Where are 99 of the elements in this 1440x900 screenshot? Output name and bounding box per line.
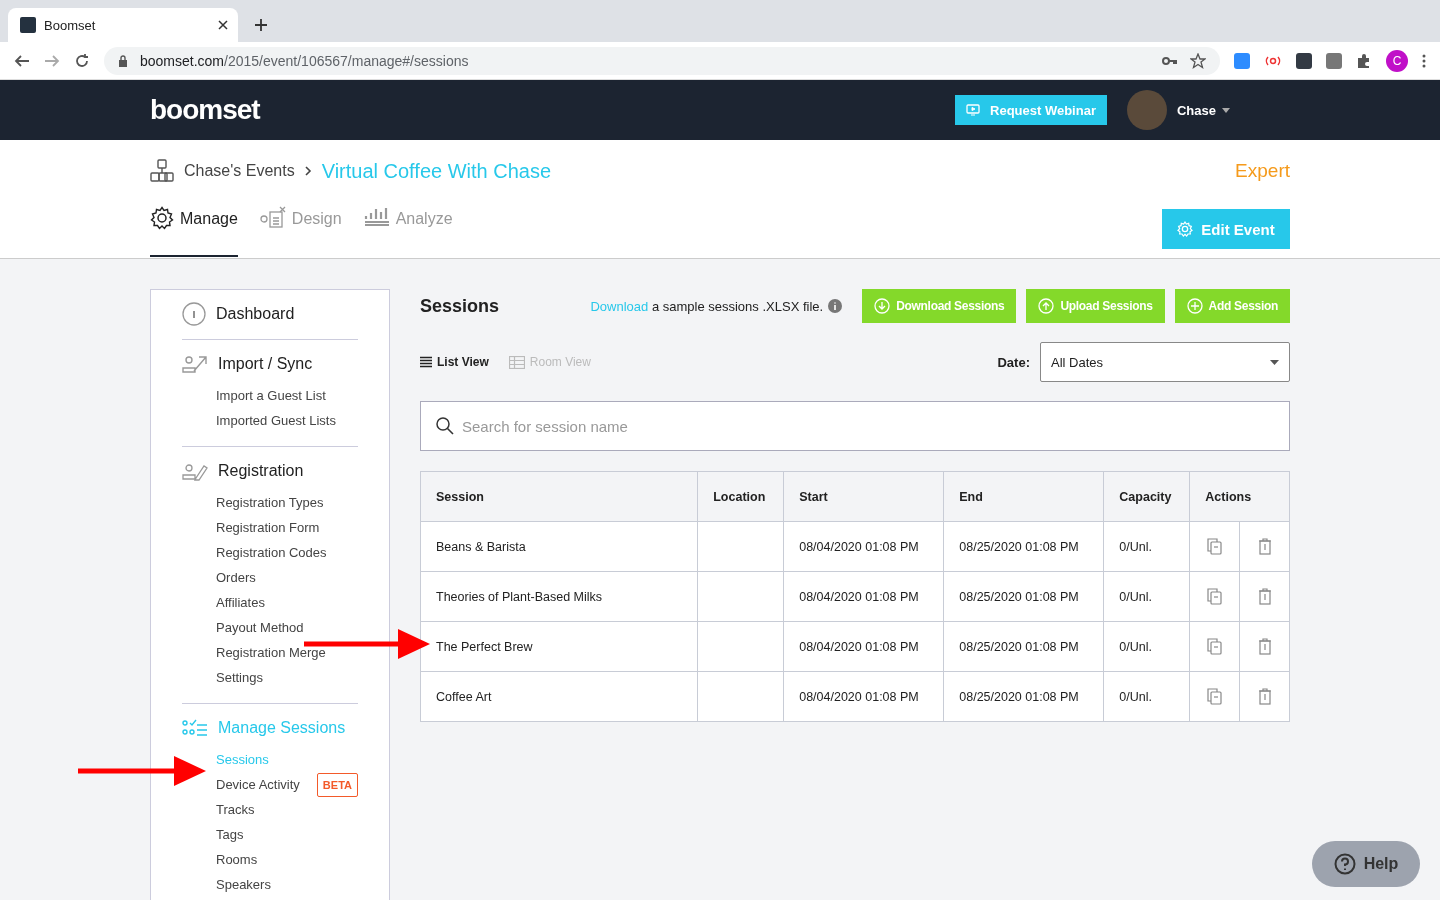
sidebar-link[interactable]: Tags bbox=[216, 827, 244, 842]
table-cell: 0/Unl. bbox=[1103, 571, 1190, 622]
table-cell: Beans & Barista bbox=[420, 521, 698, 572]
upload-icon bbox=[1038, 298, 1055, 314]
trash-icon[interactable] bbox=[1257, 538, 1272, 555]
sidebar-link[interactable]: Affiliates bbox=[216, 595, 265, 610]
table-cell: 08/04/2020 01:08 PM bbox=[783, 571, 944, 622]
extension-icon[interactable] bbox=[1326, 52, 1342, 69]
new-tab-icon[interactable] bbox=[254, 18, 268, 32]
events-icon bbox=[150, 159, 174, 183]
table-cell: 08/25/2020 01:08 PM bbox=[943, 671, 1104, 722]
table-cell: 08/04/2020 01:08 PM bbox=[783, 671, 944, 722]
trash-icon[interactable] bbox=[1257, 688, 1272, 705]
logo[interactable]: boomset bbox=[150, 94, 260, 126]
breadcrumb-link[interactable]: Chase's Events bbox=[184, 162, 295, 180]
plus-icon bbox=[1186, 298, 1203, 314]
chevron-icon bbox=[304, 166, 312, 176]
table-cell: 0/Unl. bbox=[1103, 521, 1190, 572]
gear-icon bbox=[1177, 221, 1194, 237]
column-header: Start bbox=[783, 471, 944, 522]
table-cell: 08/25/2020 01:08 PM bbox=[943, 521, 1104, 572]
puzzle-icon[interactable] bbox=[1356, 52, 1372, 69]
reload-icon[interactable] bbox=[74, 52, 90, 69]
help-icon bbox=[1333, 853, 1356, 875]
sidebar-section[interactable]: Dashboard bbox=[182, 302, 358, 326]
event-title: Virtual Coffee With Chase bbox=[321, 159, 552, 183]
copy-icon[interactable] bbox=[1207, 538, 1223, 555]
design-icon bbox=[259, 206, 286, 228]
lock-icon bbox=[118, 54, 128, 67]
table-cell: Coffee Art bbox=[420, 671, 698, 722]
download-icon bbox=[874, 298, 891, 314]
sidebar-link[interactable]: Orders bbox=[216, 570, 256, 585]
video-extension-icon[interactable] bbox=[1234, 52, 1250, 69]
sidebar-link[interactable]: Settings bbox=[216, 670, 263, 685]
grid-icon bbox=[508, 355, 525, 369]
sidebar-section[interactable]: Import / Sync bbox=[182, 352, 358, 376]
column-header: Capacity bbox=[1103, 471, 1190, 522]
sidebar-link[interactable]: Tracks bbox=[216, 802, 255, 817]
sidebar-link[interactable]: Rooms bbox=[216, 852, 258, 867]
table-cell: 08/25/2020 01:08 PM bbox=[943, 571, 1104, 622]
nav-tab[interactable]: Manage bbox=[150, 202, 238, 257]
dots-extension-icon[interactable] bbox=[1296, 52, 1312, 69]
key-icon[interactable] bbox=[1162, 55, 1178, 66]
caret-icon bbox=[1270, 359, 1279, 365]
table-cell: 08/04/2020 01:08 PM bbox=[783, 621, 944, 672]
column-header: Session bbox=[420, 471, 698, 522]
sidebar-link[interactable]: Imported Guest Lists bbox=[216, 413, 336, 428]
broadcast-extension-icon[interactable] bbox=[1264, 54, 1282, 67]
sidebar-link[interactable]: Device Activity bbox=[216, 777, 300, 792]
user-menu[interactable]: Chase bbox=[1176, 102, 1230, 118]
copy-icon[interactable] bbox=[1207, 688, 1223, 705]
info-icon[interactable] bbox=[828, 299, 843, 313]
view-toggle[interactable]: List View bbox=[420, 355, 489, 369]
bar-chart-icon bbox=[363, 206, 390, 226]
close-icon[interactable] bbox=[218, 20, 228, 30]
sidebar-link[interactable]: Import a Guest List bbox=[216, 388, 326, 403]
favicon-icon bbox=[20, 17, 36, 33]
menu-icon[interactable] bbox=[1422, 53, 1426, 68]
sidebar-link[interactable]: Speakers bbox=[216, 877, 271, 892]
address-field[interactable]: boomset.com/2015/event/106567/manage#/sessions bbox=[104, 46, 1220, 75]
help-button[interactable]: Help bbox=[1312, 841, 1420, 887]
plan-label: Expert bbox=[1235, 160, 1290, 182]
column-header: Location bbox=[697, 471, 784, 522]
star-icon[interactable] bbox=[1190, 52, 1206, 69]
copy-icon[interactable] bbox=[1207, 638, 1223, 655]
beta-badge: BETA bbox=[316, 772, 358, 797]
list-icon bbox=[420, 356, 432, 368]
gear-icon bbox=[150, 206, 174, 230]
table-cell: 08/25/2020 01:08 PM bbox=[943, 621, 1104, 672]
back-icon[interactable] bbox=[14, 52, 30, 69]
sidebar-link[interactable]: Payout Method bbox=[216, 620, 304, 635]
table-cell: 08/04/2020 01:08 PM bbox=[783, 521, 944, 572]
date-dropdown[interactable]: All Dates bbox=[1040, 342, 1290, 382]
browser-tab[interactable]: Boomset bbox=[8, 8, 238, 42]
table-cell: Theories of Plant-Based Milks bbox=[420, 571, 698, 622]
page-title: Sessions bbox=[420, 295, 500, 317]
sample-file-note: Download a sample sessions .XLSX file. bbox=[590, 298, 824, 314]
gauge-icon bbox=[182, 302, 206, 326]
sidebar-link[interactable]: Registration Codes bbox=[216, 545, 327, 560]
column-header: End bbox=[943, 471, 1104, 522]
search-field[interactable]: Search for session name bbox=[420, 401, 1290, 451]
profile-avatar[interactable]: C bbox=[1386, 49, 1408, 72]
trash-icon[interactable] bbox=[1257, 588, 1272, 605]
person-pencil-icon bbox=[182, 461, 208, 481]
table-cell: 0/Unl. bbox=[1103, 671, 1190, 722]
forward-icon[interactable] bbox=[44, 52, 60, 69]
trash-icon[interactable] bbox=[1257, 638, 1272, 655]
caret-icon bbox=[1222, 107, 1230, 113]
screen-icon bbox=[966, 104, 980, 116]
sidebar-link[interactable]: Registration Form bbox=[216, 520, 320, 535]
sidebar-section[interactable]: Registration bbox=[182, 459, 358, 483]
date-label: Date: bbox=[997, 354, 1030, 370]
sidebar-link[interactable]: Registration Merge bbox=[216, 645, 326, 660]
sidebar-link[interactable]: Registration Types bbox=[216, 495, 324, 510]
import-icon bbox=[182, 354, 208, 374]
column-header: Actions bbox=[1189, 471, 1290, 522]
table-cell: 0/Unl. bbox=[1103, 621, 1190, 672]
checklist-icon bbox=[182, 719, 208, 737]
copy-icon[interactable] bbox=[1207, 588, 1223, 605]
